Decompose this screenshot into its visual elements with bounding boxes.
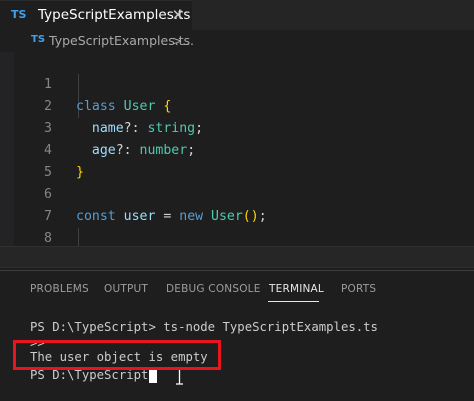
code-line[interactable]: 5 bbox=[0, 140, 474, 180]
editor-tab-bar: TS TypeScriptExamples.ts ✕ bbox=[0, 0, 474, 30]
breadcrumb-file[interactable]: TypeScriptExamples.ts bbox=[49, 33, 190, 48]
typescript-file-icon: TS bbox=[11, 8, 27, 21]
code-line[interactable]: 8 if (Object.keys(user).length === 0) { bbox=[0, 206, 474, 268]
close-icon[interactable]: ✕ bbox=[170, 5, 186, 25]
code-line[interactable]: 7 bbox=[0, 184, 474, 224]
code-line[interactable]: 3 age?: number; bbox=[0, 96, 474, 158]
terminal-cursor bbox=[149, 368, 157, 383]
tab-filename: TypeScriptExamples.ts bbox=[38, 7, 191, 23]
tab-terminal[interactable]: TERMINAL bbox=[269, 283, 324, 295]
terminal-command-line: PS D:\TypeScript> ts-node TypeScriptExam… bbox=[30, 320, 378, 334]
tab-debug-console[interactable]: DEBUG CONSOLE bbox=[166, 283, 261, 295]
bottom-panel: PROBLEMS OUTPUT DEBUG CONSOLE TERMINAL P… bbox=[0, 270, 474, 401]
chevron-right-icon: > bbox=[172, 33, 183, 48]
code-line[interactable]: 1 class User { bbox=[0, 52, 474, 114]
code-line[interactable]: 6 const user = new User(); bbox=[0, 162, 474, 224]
tab-problems[interactable]: PROBLEMS bbox=[30, 283, 89, 295]
breadcrumb-more[interactable]: ... bbox=[182, 33, 194, 48]
code-line[interactable]: 4 } bbox=[0, 118, 474, 180]
tab-output[interactable]: OUTPUT bbox=[104, 283, 148, 295]
code-line-current[interactable]: 12 } bbox=[0, 246, 474, 309]
tab-ports[interactable]: PORTS bbox=[341, 283, 376, 295]
active-tab-indicator bbox=[268, 301, 319, 302]
highlight-annotation-box bbox=[13, 340, 221, 370]
typescript-file-icon: TS bbox=[31, 34, 46, 45]
breadcrumb: TS TypeScriptExamples.ts > ... bbox=[0, 30, 474, 52]
code-line[interactable]: 2 name?: string; bbox=[0, 74, 474, 136]
file-tab[interactable]: TS TypeScriptExamples.ts ✕ bbox=[0, 0, 192, 30]
